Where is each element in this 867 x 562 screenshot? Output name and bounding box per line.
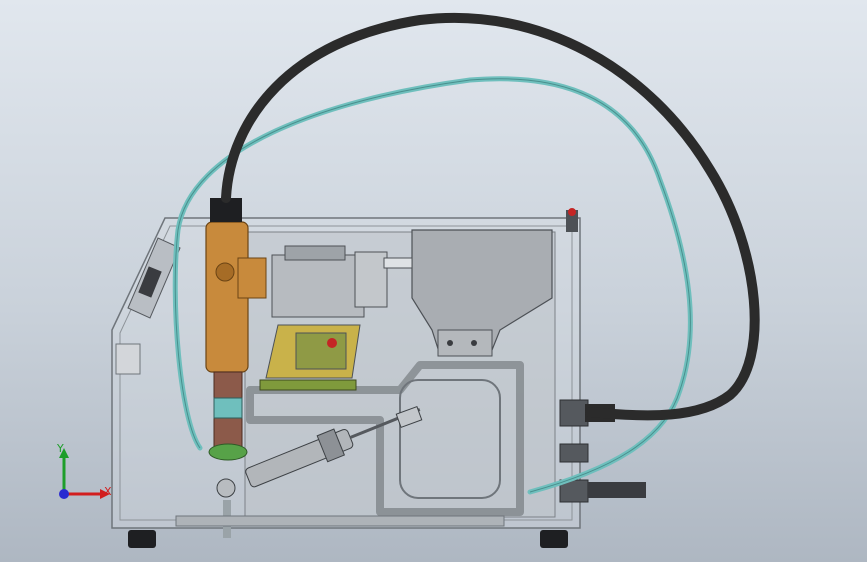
rear-connector-top xyxy=(559,399,589,427)
indicator-knob xyxy=(327,338,337,348)
green-collar xyxy=(208,443,248,461)
bolt xyxy=(447,340,453,346)
slider-rail xyxy=(284,245,346,261)
cad-viewport[interactable]: X Y xyxy=(0,0,867,562)
connector-boot-bottom xyxy=(588,482,646,498)
mount-plate xyxy=(295,332,347,370)
brass-fitting xyxy=(215,262,235,282)
foot-right xyxy=(540,530,568,548)
foot-left xyxy=(128,530,156,548)
green-plate xyxy=(259,379,357,391)
assembly-model[interactable] xyxy=(0,0,867,562)
y-axis-label: Y xyxy=(57,442,64,455)
bolt xyxy=(471,340,477,346)
brass-side-port xyxy=(237,257,267,299)
pin xyxy=(383,257,413,269)
base-plate xyxy=(175,515,505,527)
bracket xyxy=(354,251,388,308)
z-axis-dot xyxy=(59,489,69,499)
rear-connector-mid xyxy=(559,443,589,463)
power-switch xyxy=(115,343,141,375)
teal-window xyxy=(213,397,243,419)
top-valve-cap xyxy=(568,208,576,216)
x-axis-label: X xyxy=(104,485,112,498)
hopper-outlet xyxy=(437,329,493,357)
nozzle-joint xyxy=(216,478,236,498)
slider-block xyxy=(271,254,365,318)
